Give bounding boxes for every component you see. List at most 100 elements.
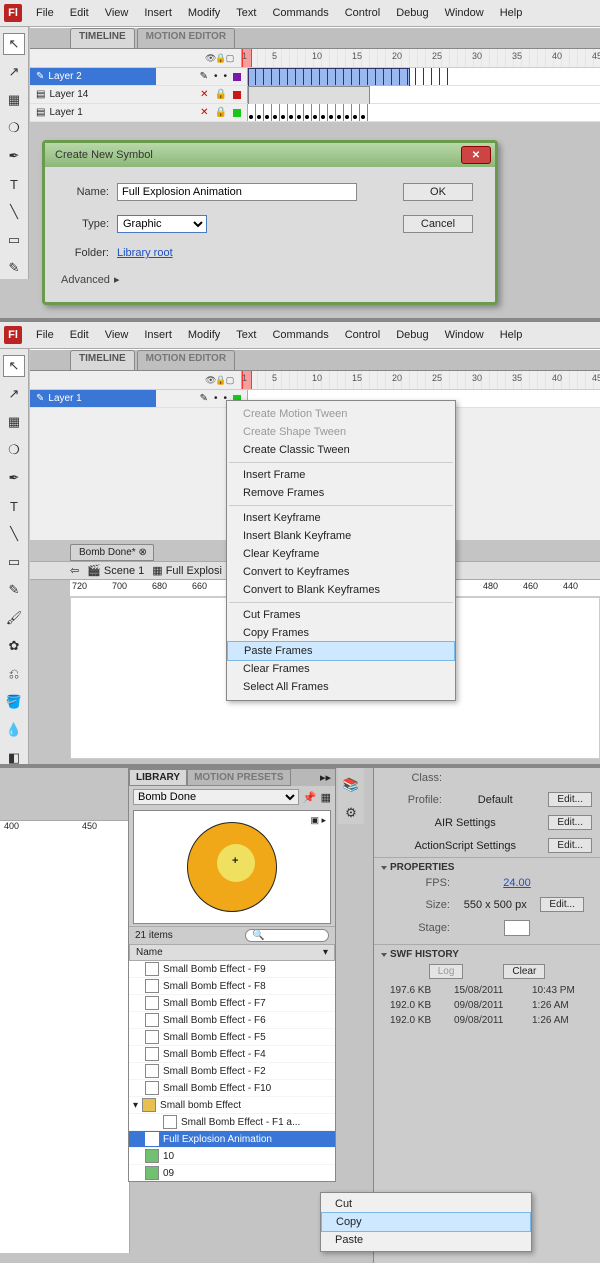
lock-icon[interactable]: 🔒 xyxy=(215,89,227,100)
menu-item[interactable]: Debug xyxy=(394,325,430,345)
menu-item[interactable]: Debug xyxy=(394,3,430,23)
library-item[interactable]: ▾Small bomb Effect xyxy=(129,1097,335,1114)
menu-item[interactable]: Text xyxy=(234,3,258,23)
keyframes[interactable] xyxy=(248,104,368,121)
menu-item[interactable]: Commands xyxy=(270,3,330,23)
color-swatch[interactable] xyxy=(233,73,241,81)
symbol-type-select[interactable]: Graphic xyxy=(117,215,207,233)
pencil-tool[interactable]: ✎ xyxy=(3,579,25,601)
menu-item[interactable]: Commands xyxy=(270,325,330,345)
clear-button[interactable]: Clear xyxy=(503,964,545,979)
tab-timeline[interactable]: TIMELINE xyxy=(70,28,135,48)
context-menu-item[interactable]: Select All Frames xyxy=(227,678,455,696)
layer-row[interactable]: ✎Layer 2 ✎•• xyxy=(30,68,600,86)
rect-tool[interactable]: ▭ xyxy=(3,551,25,573)
pin-icon[interactable]: 📌 xyxy=(303,791,317,804)
properties-section-header[interactable]: PROPERTIES xyxy=(382,862,592,873)
library-item[interactable]: Small Bomb Effect - F8 xyxy=(129,978,335,995)
scene-crumb[interactable]: 🎬Scene 1 xyxy=(87,564,144,577)
context-menu-item[interactable]: Paste Frames xyxy=(227,641,455,661)
context-menu-item[interactable]: Copy xyxy=(321,1212,531,1232)
timeline-ruler[interactable]: 👁🔒▢ 1 5 10 15 20 25 30 35 40 45 xyxy=(30,49,600,68)
text-tool[interactable]: T xyxy=(3,495,25,517)
library-item[interactable]: Full Explosion Animation xyxy=(129,1131,335,1148)
context-menu-item[interactable]: Clear Frames xyxy=(227,660,455,678)
context-menu-item[interactable]: Convert to Keyframes xyxy=(227,563,455,581)
outline-icon[interactable]: ▢ xyxy=(225,375,235,386)
properties-icon[interactable]: ⚙ xyxy=(340,802,362,824)
tab-motion-presets[interactable]: MOTION PRESETS xyxy=(187,769,290,786)
menu-item[interactable]: Insert xyxy=(142,3,174,23)
line-tool[interactable]: ╲ xyxy=(3,201,25,223)
tab-timeline[interactable]: TIMELINE xyxy=(70,350,135,370)
freetransform-tool[interactable]: ▦ xyxy=(3,411,25,433)
text-tool[interactable]: T xyxy=(3,173,25,195)
layer-row[interactable]: ▤Layer 14 ✕🔒 xyxy=(30,86,600,104)
pen-tool[interactable]: ✒ xyxy=(3,145,25,167)
menu-item[interactable]: Help xyxy=(498,325,525,345)
tab-motion-editor[interactable]: MOTION EDITOR xyxy=(137,350,235,370)
menu-item[interactable]: Window xyxy=(443,3,486,23)
context-menu-item[interactable]: Convert to Blank Keyframes xyxy=(227,581,455,599)
library-item[interactable]: Small Bomb Effect - F9 xyxy=(129,961,335,978)
lasso-tool[interactable]: ❍ xyxy=(3,439,25,461)
symbol-name-input[interactable] xyxy=(117,183,357,201)
tab-motion-editor[interactable]: MOTION EDITOR xyxy=(137,28,235,48)
hidden-icon[interactable]: ✕ xyxy=(200,107,208,118)
subselect-tool[interactable]: ↗ xyxy=(3,61,25,83)
eraser-tool[interactable]: ◧ xyxy=(3,747,25,768)
library-item[interactable]: Small Bomb Effect - F2 xyxy=(129,1063,335,1080)
timeline-ruler[interactable]: 👁🔒▢ 1 5 10 15 20 25 30 35 40 45 xyxy=(30,371,600,390)
menu-item[interactable]: Control xyxy=(343,325,382,345)
hidden-icon[interactable]: ✕ xyxy=(200,89,208,100)
lock-icon[interactable]: 🔒 xyxy=(215,107,227,118)
play-icon[interactable]: ▣ ▸ xyxy=(310,815,326,826)
disclosure-icon[interactable]: ▾ xyxy=(133,1100,138,1111)
context-menu-item[interactable]: Clear Keyframe xyxy=(227,545,455,563)
rect-tool[interactable]: ▭ xyxy=(3,229,25,251)
lasso-tool[interactable]: ❍ xyxy=(3,117,25,139)
column-header-name[interactable]: Name▾ xyxy=(129,944,335,961)
pen-tool[interactable]: ✒ xyxy=(3,467,25,489)
context-menu-item[interactable]: Create Classic Tween xyxy=(227,441,455,459)
selection-tool[interactable]: ↖ xyxy=(3,355,25,377)
menu-item[interactable]: Help xyxy=(498,3,525,23)
paint-tool[interactable]: 🪣 xyxy=(3,691,25,713)
pencil-icon[interactable]: ✎ xyxy=(200,393,208,404)
context-menu-item[interactable]: Copy Frames xyxy=(227,624,455,642)
library-doc-select[interactable]: Bomb Done xyxy=(133,789,299,805)
context-menu-item[interactable]: Insert Blank Keyframe xyxy=(227,527,455,545)
context-menu-item[interactable]: Remove Frames xyxy=(227,484,455,502)
search-input[interactable]: 🔍 xyxy=(245,929,329,942)
edit-button[interactable]: Edit... xyxy=(540,897,584,912)
menu-item[interactable]: Control xyxy=(343,3,382,23)
edit-button[interactable]: Edit... xyxy=(548,792,592,807)
tab-library[interactable]: LIBRARY xyxy=(129,769,187,786)
menu-item[interactable]: File xyxy=(34,3,56,23)
document-tab[interactable]: Bomb Done* ⊗ xyxy=(70,544,154,561)
folder-link[interactable]: Library root xyxy=(117,247,403,259)
library-item[interactable]: Small Bomb Effect - F5 xyxy=(129,1029,335,1046)
menu-item[interactable]: Modify xyxy=(186,3,222,23)
menu-item[interactable]: Edit xyxy=(68,3,91,23)
deco-tool[interactable]: ✿ xyxy=(3,635,25,657)
frame-span[interactable] xyxy=(248,86,370,105)
menu-item[interactable]: Insert xyxy=(142,325,174,345)
eye-icon[interactable]: 👁 xyxy=(205,53,215,64)
menu-item[interactable]: File xyxy=(34,325,56,345)
ok-button[interactable]: OK xyxy=(403,183,473,201)
cancel-button[interactable]: Cancel xyxy=(403,215,473,233)
close-icon[interactable]: ⊗ xyxy=(138,547,146,558)
stage-area[interactable] xyxy=(0,839,130,1253)
pencil-tool[interactable]: ✎ xyxy=(3,257,25,279)
line-tool[interactable]: ╲ xyxy=(3,523,25,545)
selection-tool[interactable]: ↖ xyxy=(3,33,25,55)
context-menu-item[interactable]: Cut Frames xyxy=(227,606,455,624)
library-icon[interactable]: 📚 xyxy=(340,774,362,796)
context-menu-item[interactable]: Paste xyxy=(321,1231,531,1249)
context-menu-item[interactable]: Insert Keyframe xyxy=(227,509,455,527)
context-menu-item[interactable]: Insert Frame xyxy=(227,466,455,484)
menu-item[interactable]: Modify xyxy=(186,325,222,345)
outline-icon[interactable]: ▢ xyxy=(225,53,235,64)
new-library-icon[interactable]: ▦ xyxy=(321,791,331,804)
